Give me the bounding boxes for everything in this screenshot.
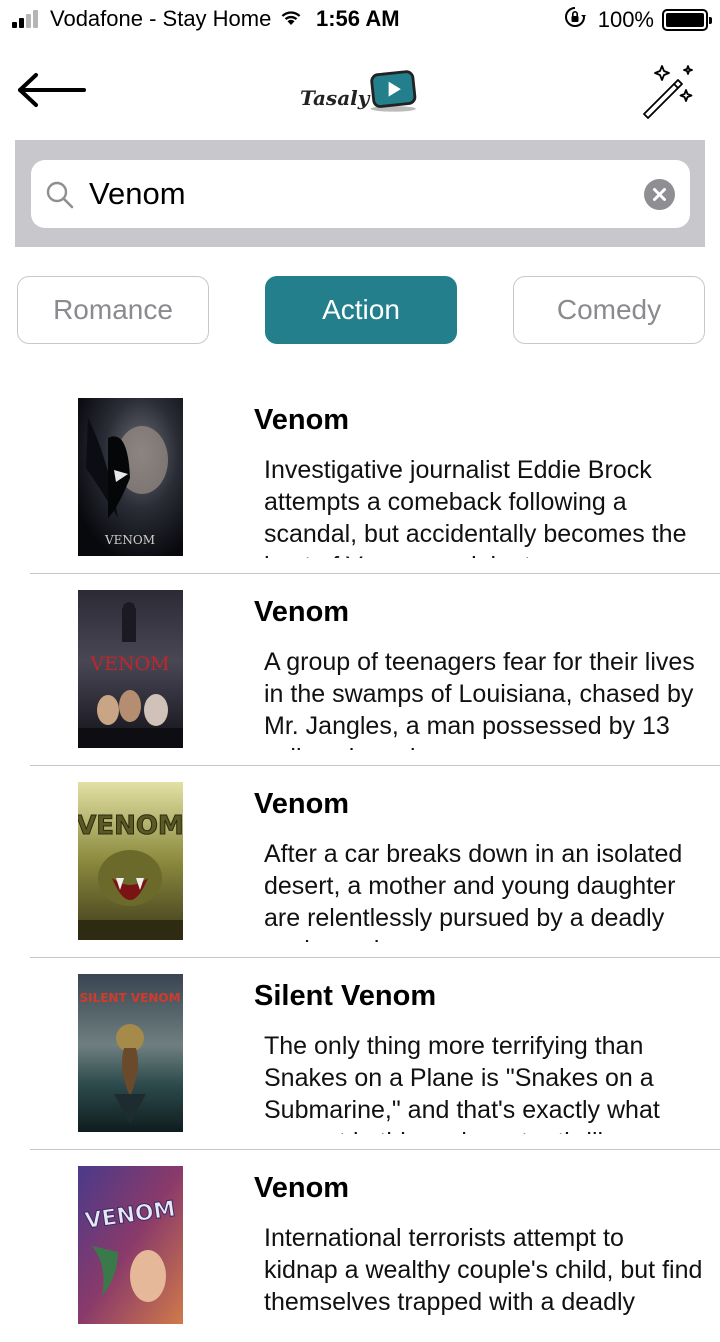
poster-title-text: VENOM xyxy=(104,533,155,547)
movie-description: International terrorists attempt to kidn… xyxy=(264,1224,703,1316)
results-list: VENOM Venom Investigative journalist Edd… xyxy=(0,382,720,1342)
movie-title: Silent Venom xyxy=(254,980,437,1012)
back-arrow-icon xyxy=(18,73,86,107)
result-row[interactable]: VENOM Venom Investigative journalist Edd… xyxy=(0,382,720,574)
movie-poster: VENOM xyxy=(78,398,183,556)
tv-play-icon xyxy=(370,70,417,112)
movie-title: Venom xyxy=(254,788,350,820)
wifi-icon xyxy=(279,6,303,32)
poster-title-text: VENOM xyxy=(89,653,169,675)
magic-wand-icon xyxy=(643,65,693,119)
poster-title-text: VENOM xyxy=(78,811,183,841)
movie-title: Venom xyxy=(254,1172,350,1204)
search-icon xyxy=(45,180,75,215)
movie-description: A group of teenagers fear for their live… xyxy=(264,648,695,750)
genre-button-action[interactable]: Action xyxy=(265,276,457,344)
movie-description: Investigative journalist Eddie Brock att… xyxy=(264,456,687,558)
close-icon xyxy=(653,188,666,201)
movie-description: After a car breaks down in an isolated d… xyxy=(264,840,683,942)
movie-title: Venom xyxy=(254,596,350,628)
genre-button-romance[interactable]: Romance xyxy=(17,276,209,344)
status-time: 1:56 AM xyxy=(316,6,400,31)
result-row[interactable]: VENOM Venom After a car breaks down in a… xyxy=(0,766,720,958)
battery-icon xyxy=(662,9,712,31)
clear-search-button[interactable] xyxy=(644,179,675,210)
status-bar: Vodafone - Stay Home 1:56 AM 100% xyxy=(0,0,720,40)
cellular-signal-icon xyxy=(12,10,40,28)
movie-title: Venom xyxy=(254,404,350,436)
search-input[interactable]: Venom xyxy=(31,160,690,228)
magic-wand-button[interactable] xyxy=(638,62,698,122)
app-logo: Tasaly xyxy=(300,64,420,118)
search-query[interactable]: Venom xyxy=(89,174,186,214)
result-row[interactable]: VENOM Venom A group of teenagers fear fo… xyxy=(0,574,720,766)
navigation-bar: Tasaly xyxy=(0,44,720,136)
back-button[interactable] xyxy=(14,70,88,110)
movie-poster: VENOM xyxy=(78,782,183,940)
poster-title-text: SILENT VENOM xyxy=(79,991,180,1005)
movie-description: The only thing more terrifying than Snak… xyxy=(264,1032,660,1134)
battery-percent: 100% xyxy=(597,7,654,32)
genre-button-comedy[interactable]: Comedy xyxy=(513,276,705,344)
movie-poster: VENOM xyxy=(78,590,183,748)
movie-poster: VENOM xyxy=(78,1166,183,1324)
carrier-name: Vodafone - Stay Home xyxy=(50,6,272,31)
movie-poster: SILENT VENOM xyxy=(78,974,183,1132)
logo-text: Tasaly xyxy=(300,86,370,110)
result-row[interactable]: VENOM Venom International terrorists att… xyxy=(0,1150,720,1342)
result-row[interactable]: SILENT VENOM Silent Venom The only thing… xyxy=(0,958,720,1150)
orientation-lock-icon xyxy=(564,6,586,34)
